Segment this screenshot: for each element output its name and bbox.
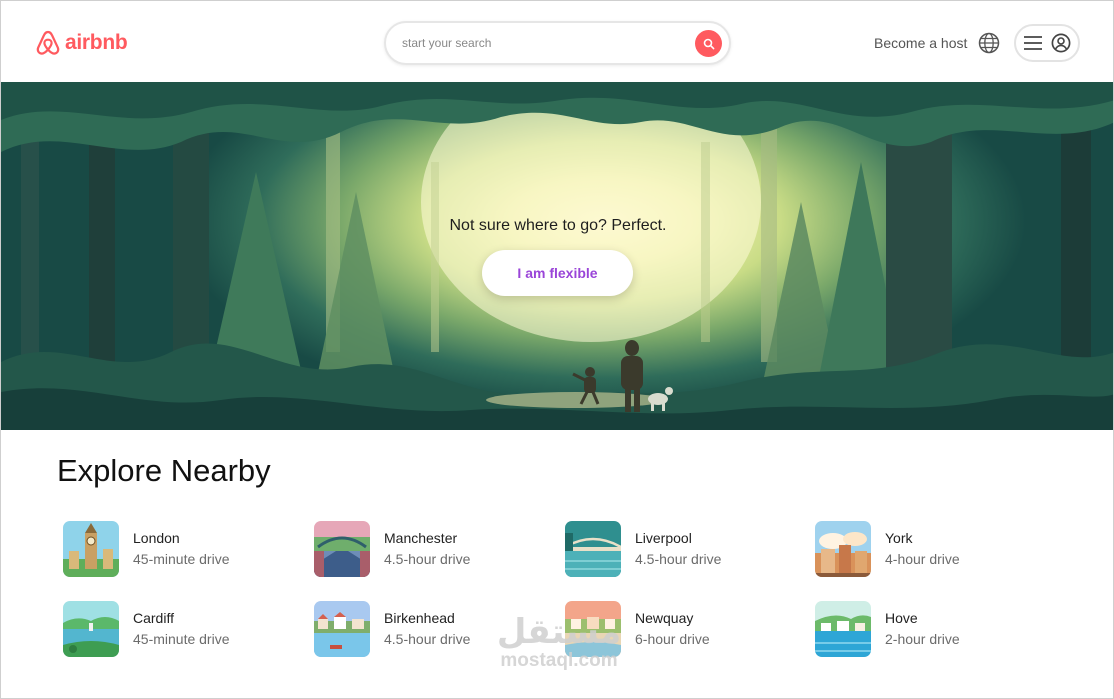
search-icon bbox=[703, 38, 714, 49]
york-thumbnail bbox=[815, 521, 871, 577]
user-avatar-icon bbox=[1051, 33, 1070, 53]
liverpool-thumbnail bbox=[565, 521, 621, 577]
nearby-card-liverpool[interactable]: Liverpool 4.5-hour drive bbox=[565, 520, 795, 578]
nearby-city: York bbox=[885, 530, 913, 546]
hove-thumbnail bbox=[815, 601, 871, 657]
nearby-city: Birkenhead bbox=[384, 610, 455, 626]
watermark: مستقل mostaql.com bbox=[489, 613, 629, 671]
birkenhead-thumbnail bbox=[314, 601, 370, 657]
nearby-drive-time: 2-hour drive bbox=[885, 631, 960, 647]
page: airbnb Become a host bbox=[0, 0, 1114, 699]
nearby-city: Newquay bbox=[635, 610, 694, 626]
nearby-drive-time: 45-minute drive bbox=[133, 631, 230, 647]
nearby-card-manchester[interactable]: Manchester 4.5-hour drive bbox=[314, 520, 544, 578]
hamburger-menu-icon bbox=[1023, 36, 1042, 50]
nearby-city: Hove bbox=[885, 610, 918, 626]
search-input[interactable] bbox=[402, 33, 682, 53]
search-button[interactable] bbox=[695, 30, 722, 57]
logo-text: airbnb bbox=[65, 31, 128, 54]
cardiff-thumbnail bbox=[63, 601, 119, 657]
search-bar bbox=[384, 21, 731, 65]
nearby-drive-time: 4-hour drive bbox=[885, 551, 960, 567]
airbnb-logo-icon bbox=[36, 30, 60, 55]
nearby-city: Cardiff bbox=[133, 610, 174, 626]
nearby-drive-time: 4.5-hour drive bbox=[384, 631, 471, 647]
nearby-card-cardiff[interactable]: Cardiff 45-minute drive bbox=[63, 600, 293, 658]
explore-nearby-heading: Explore Nearby bbox=[57, 453, 271, 488]
london-thumbnail bbox=[63, 521, 119, 577]
nearby-drive-time: 4.5-hour drive bbox=[384, 551, 471, 567]
nearby-city: London bbox=[133, 530, 180, 546]
nearby-card-york[interactable]: York 4-hour drive bbox=[815, 520, 1045, 578]
user-menu-button[interactable] bbox=[1014, 24, 1080, 62]
nearby-card-hove[interactable]: Hove 2-hour drive bbox=[815, 600, 1045, 658]
flexible-button[interactable]: I am flexible bbox=[482, 250, 633, 296]
nearby-city: Liverpool bbox=[635, 530, 692, 546]
header: airbnb Become a host bbox=[1, 1, 1113, 82]
hero-banner: Not sure where to go? Perfect. I am flex… bbox=[1, 82, 1113, 430]
globe-icon[interactable] bbox=[978, 32, 1000, 54]
nearby-drive-time: 6-hour drive bbox=[635, 631, 710, 647]
watermark-arabic: مستقل bbox=[496, 612, 622, 652]
nearby-card-london[interactable]: London 45-minute drive bbox=[63, 520, 293, 578]
watermark-url: mostaql.com bbox=[500, 650, 618, 671]
become-host-link[interactable]: Become a host bbox=[874, 35, 967, 51]
manchester-thumbnail bbox=[314, 521, 370, 577]
nearby-drive-time: 4.5-hour drive bbox=[635, 551, 722, 567]
nearby-city: Manchester bbox=[384, 530, 458, 546]
nearby-drive-time: 45-minute drive bbox=[133, 551, 230, 567]
hero-tagline: Not sure where to go? Perfect. bbox=[449, 217, 667, 234]
logo[interactable]: airbnb bbox=[35, 29, 128, 57]
